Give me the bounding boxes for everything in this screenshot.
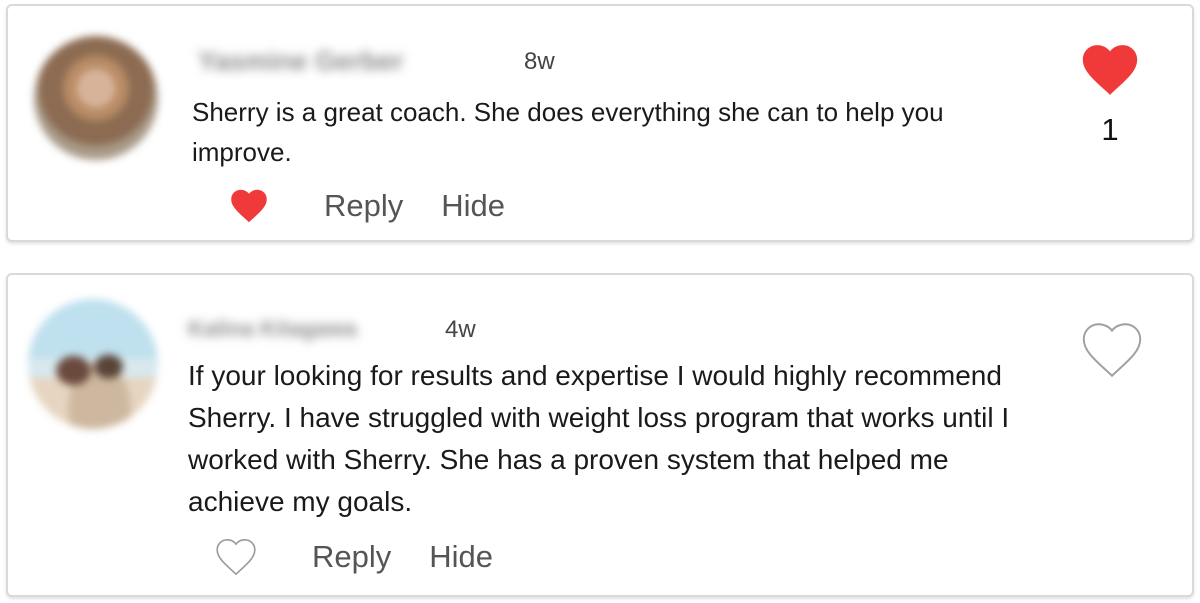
comment-timestamp: 4w xyxy=(445,316,476,343)
heart-outline-icon[interactable] xyxy=(216,539,256,575)
comment-timestamp: 8w xyxy=(524,48,555,75)
like-control: 1 xyxy=(1080,44,1140,148)
comment-card: Yasmine Gerber 8w Sherry is a great coac… xyxy=(6,4,1194,242)
reply-button[interactable]: Reply xyxy=(312,539,391,575)
author-name[interactable]: Kalina Kitagawa xyxy=(188,316,357,342)
avatar[interactable] xyxy=(28,299,158,429)
comment-text: Sherry is a great coach. She does everyt… xyxy=(192,97,944,167)
hide-button[interactable]: Hide xyxy=(429,539,493,575)
hide-button[interactable]: Hide xyxy=(441,188,505,224)
like-heart-outline-icon[interactable] xyxy=(1082,323,1142,377)
like-heart-icon[interactable] xyxy=(1080,44,1140,96)
comment-actions: Reply Hide xyxy=(216,533,493,581)
like-control xyxy=(1082,323,1142,393)
avatar[interactable] xyxy=(34,36,158,160)
comment-actions: Reply Hide xyxy=(230,182,505,230)
reply-button[interactable]: Reply xyxy=(324,188,403,224)
heart-icon[interactable] xyxy=(230,189,268,223)
comment-text: If your looking for results and expertis… xyxy=(188,360,1010,517)
like-count: 1 xyxy=(1101,112,1119,147)
author-name[interactable]: Yasmine Gerber xyxy=(198,46,404,77)
comment-card: Kalina Kitagawa 4w If your looking for r… xyxy=(6,273,1194,597)
